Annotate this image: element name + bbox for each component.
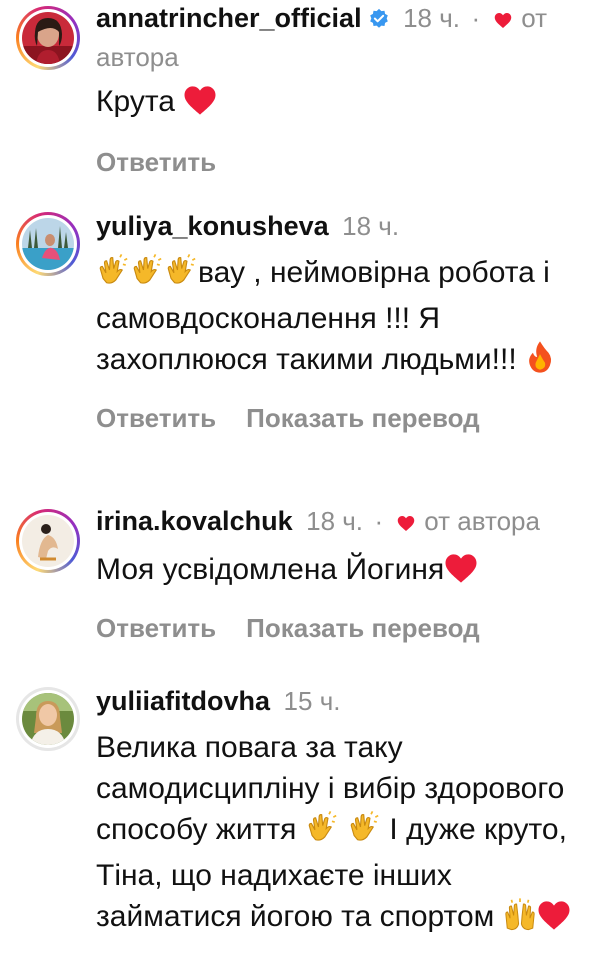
avatar <box>22 12 74 64</box>
comment-item: irina.kovalchuk 18 ч. · от автора Моя ус… <box>0 503 600 645</box>
red-heart-icon <box>183 85 217 127</box>
username-link[interactable]: yuliiafitdovha <box>96 686 270 716</box>
comment-time: 18 ч. <box>342 211 400 241</box>
comment-header: yuliiafitdovha 15 ч. <box>96 683 586 719</box>
username-link[interactable]: irina.kovalchuk <box>96 506 293 536</box>
avatar <box>22 693 74 745</box>
clapping-hands-icon <box>347 810 381 855</box>
comment-actions: Ответить Показать перевод <box>96 611 586 645</box>
avatar <box>22 218 74 270</box>
comment-item: annatrincher_official 18 ч. · от автора … <box>0 0 600 179</box>
avatar-story-ring[interactable] <box>16 212 80 276</box>
comment-header: yuliya_konusheva 18 ч. <box>96 208 586 244</box>
username-link[interactable]: yuliya_konusheva <box>96 211 329 241</box>
raising-hands-icon <box>503 897 537 942</box>
author-like-label: от автора <box>424 506 540 536</box>
comment-item: yuliiafitdovha 15 ч. Велика повага за та… <box>0 683 600 942</box>
clapping-hands-icon <box>305 810 339 855</box>
comment-time: 18 ч. <box>306 506 364 536</box>
show-translation-button[interactable]: Показать перевод <box>246 611 480 645</box>
comment-header: annatrincher_official 18 ч. · от автора <box>96 0 586 75</box>
comment-item: yuliya_konusheva 18 ч. вау , неймовірна … <box>0 208 600 435</box>
reply-button[interactable]: Ответить <box>96 145 216 179</box>
meta-separator: · <box>471 3 481 33</box>
verified-badge-icon <box>368 3 390 39</box>
comment-actions: Ответить <box>96 145 586 179</box>
comment-text: Моя усвідомлена Йогиня <box>96 549 586 595</box>
comment-header: irina.kovalchuk 18 ч. · от автора <box>96 503 586 541</box>
comment-text: Крута <box>96 81 586 127</box>
clapping-hands-icon <box>130 253 164 298</box>
red-heart-icon <box>444 553 478 595</box>
show-translation-button[interactable]: Показать перевод <box>246 401 480 435</box>
clapping-hands-icon <box>164 253 198 298</box>
comment-time: 15 ч. <box>283 686 341 716</box>
red-heart-icon <box>537 900 571 942</box>
avatar-story-ring[interactable] <box>16 6 80 70</box>
author-heart-icon <box>397 505 415 541</box>
avatar-frame[interactable] <box>16 687 80 751</box>
comment-text: вау , неймовірна робота і самовдосконале… <box>96 252 586 385</box>
reply-button[interactable]: Ответить <box>96 401 216 435</box>
fire-icon <box>525 340 555 385</box>
author-heart-icon <box>494 2 512 38</box>
meta-separator: · <box>374 506 384 536</box>
comment-text: Велика повага за таку самодисципліну і в… <box>96 727 586 942</box>
reply-button[interactable]: Ответить <box>96 611 216 645</box>
comment-text-content: Моя усвідомлена Йогиня <box>96 553 445 586</box>
comment-time: 18 ч. <box>403 3 461 33</box>
username-link[interactable]: annatrincher_official <box>96 3 362 33</box>
comment-text-content: Крута <box>96 85 175 118</box>
avatar <box>22 515 74 567</box>
clapping-hands-icon <box>96 253 130 298</box>
avatar-story-ring[interactable] <box>16 509 80 573</box>
comment-actions: Ответить Показать перевод <box>96 401 586 435</box>
